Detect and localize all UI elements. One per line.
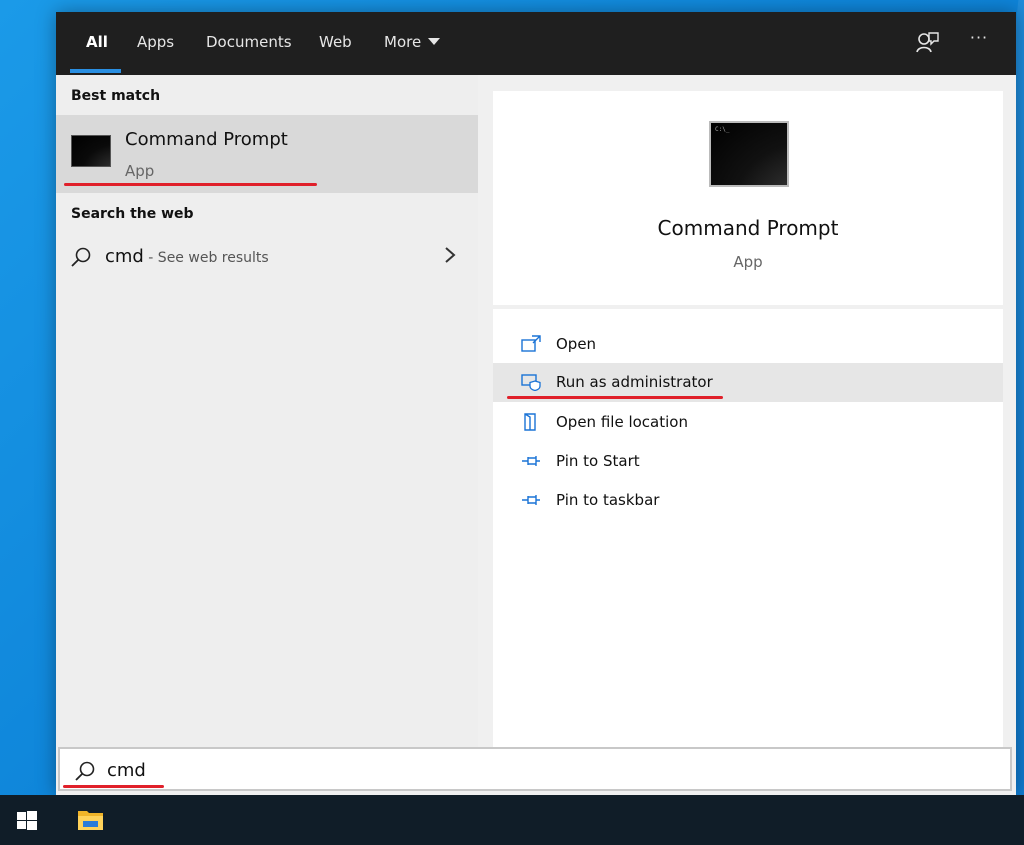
action-open[interactable]: Open <box>493 325 1003 364</box>
web-result-query: cmd <box>105 246 144 267</box>
search-icon <box>71 247 91 267</box>
best-match-heading: Best match <box>71 88 161 104</box>
pin-icon <box>522 456 540 466</box>
preview-title: Command Prompt <box>657 216 839 240</box>
tab-web[interactable]: Web <box>319 12 352 75</box>
best-match-subtitle: App <box>125 162 155 180</box>
pin-icon <box>522 495 540 505</box>
annotation-underline <box>64 183 317 186</box>
action-open-file-location-label: Open file location <box>556 413 688 431</box>
action-run-as-administrator-label: Run as administrator <box>556 373 713 391</box>
active-tab-indicator <box>70 69 121 73</box>
command-prompt-large-icon: C:\_ <box>709 121 789 187</box>
action-open-file-location[interactable]: Open file location <box>493 403 1003 442</box>
search-tabs-bar: All Apps Documents Web More ··· <box>56 12 1016 75</box>
action-open-label: Open <box>556 335 597 353</box>
chevron-down-icon <box>428 38 441 45</box>
search-panel: All Apps Documents Web More ··· Best mat… <box>56 12 1016 795</box>
command-prompt-icon <box>71 135 111 167</box>
search-web-heading: Search the web <box>71 206 194 222</box>
search-icon <box>75 761 95 781</box>
windows-start-icon <box>17 811 37 830</box>
web-result-hint: - See web results <box>143 250 269 266</box>
file-explorer-icon <box>78 811 103 830</box>
annotation-underline <box>63 785 164 788</box>
tab-all[interactable]: All <box>86 12 108 75</box>
action-pin-to-taskbar-label: Pin to taskbar <box>556 491 660 509</box>
best-match-title: Command Prompt <box>125 129 288 150</box>
tab-more-label: More <box>384 33 422 51</box>
results-list: Best match Command Prompt App Search the… <box>56 75 478 747</box>
file-location-icon <box>524 413 536 431</box>
search-input[interactable] <box>107 760 807 781</box>
chevron-right-icon[interactable] <box>440 245 460 265</box>
file-explorer-button[interactable] <box>63 795 117 845</box>
web-result-text: cmd - See web results <box>105 246 269 267</box>
web-result-item[interactable]: cmd - See web results <box>56 237 478 277</box>
taskbar <box>0 795 1024 845</box>
tab-documents[interactable]: Documents <box>206 12 292 75</box>
thumb-prompt-text: C:\_ <box>715 126 730 133</box>
action-pin-to-start[interactable]: Pin to Start <box>493 442 1003 481</box>
action-pin-to-start-label: Pin to Start <box>556 452 640 470</box>
more-options-icon[interactable]: ··· <box>966 28 992 54</box>
action-pin-to-taskbar[interactable]: Pin to taskbar <box>493 481 1003 520</box>
annotation-underline <box>507 396 723 399</box>
preview-header: C:\_ Command Prompt App <box>493 91 1003 305</box>
preview-actions: Open Run as administrator Open file loca… <box>493 309 1003 747</box>
search-box[interactable] <box>58 747 1012 791</box>
start-button[interactable] <box>0 795 56 845</box>
best-match-item[interactable]: Command Prompt App <box>56 115 478 193</box>
run-as-admin-icon <box>521 374 541 391</box>
preview-subtitle: App <box>733 253 763 271</box>
feedback-icon[interactable] <box>914 30 940 56</box>
tab-apps[interactable]: Apps <box>137 12 174 75</box>
tab-more[interactable]: More <box>384 12 441 75</box>
open-icon <box>521 335 541 352</box>
